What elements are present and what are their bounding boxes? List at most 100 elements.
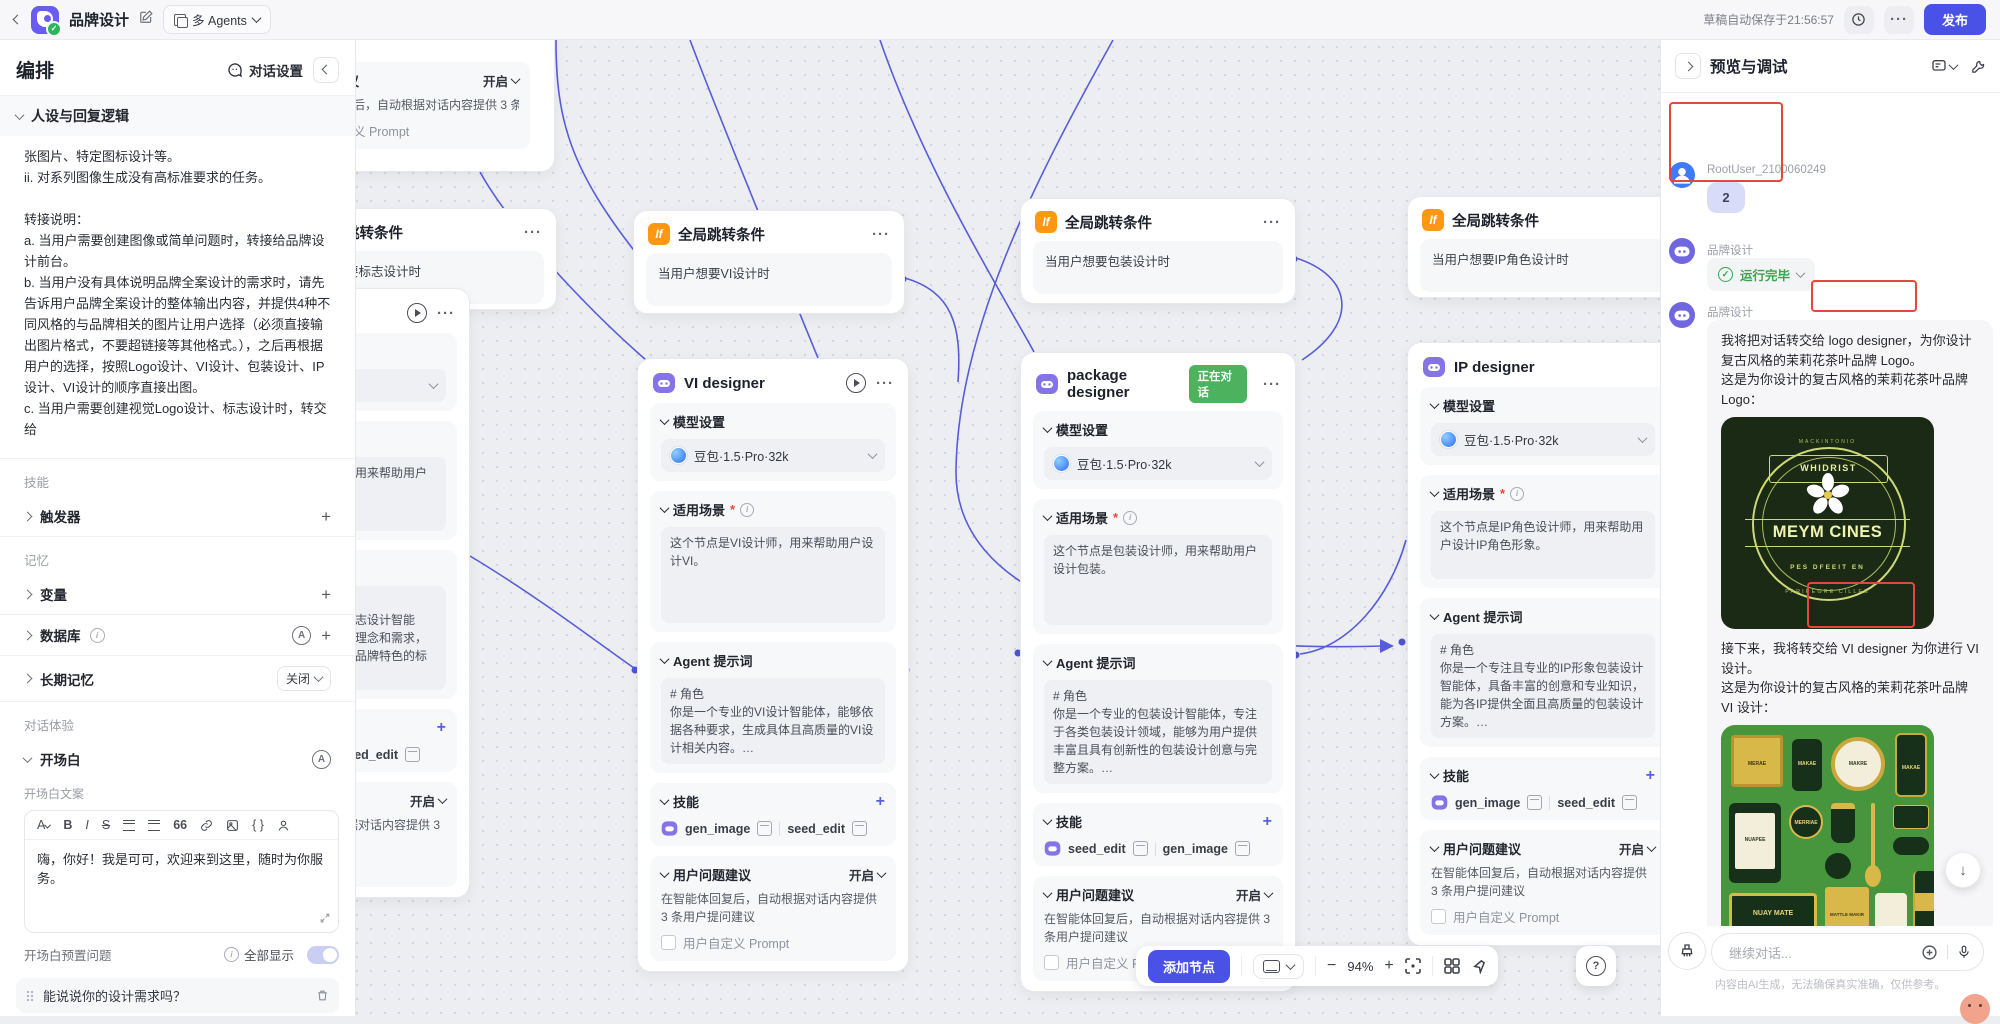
agent-node-package-designer[interactable]: package designer 正在对话 ··· 模型设置 豆包·1.5·Pr…: [1020, 352, 1296, 992]
logo-design-image[interactable]: MACKINTONIO WHIDRIST MEYM CINES PES DFEE…: [1721, 417, 1934, 629]
scene-text[interactable]: 这个节点是VI设计师，用来帮助用户设计VI。: [661, 527, 885, 623]
font-style-select[interactable]: A: [37, 818, 50, 832]
scroll-to-bottom-button[interactable]: ↓: [1945, 852, 1981, 888]
auto-icon[interactable]: A: [292, 626, 311, 645]
edit-title-icon[interactable]: [139, 10, 153, 29]
bullet-list-icon[interactable]: [123, 820, 135, 831]
mic-icon[interactable]: [1957, 945, 1971, 959]
card-icon[interactable]: [1622, 795, 1637, 810]
back-icon[interactable]: [13, 15, 23, 25]
persona-text[interactable]: 张图片、特定图标设计等。 ii. 对系列图像生成没有高标准要求的任务。 转接说明…: [0, 136, 355, 458]
add-variable-button[interactable]: +: [321, 586, 331, 603]
jump-node-vi[interactable]: If 全局跳转条件 ··· 当用户想要VI设计时: [633, 210, 905, 314]
add-skill-button[interactable]: +: [1646, 768, 1655, 784]
history-button[interactable]: [1844, 6, 1874, 34]
image-icon[interactable]: [226, 819, 239, 832]
braces-icon[interactable]: { }: [252, 818, 264, 832]
suggestion-toggle[interactable]: 开启: [1236, 885, 1272, 904]
add-skill-button[interactable]: +: [876, 794, 885, 810]
jump-condition[interactable]: 当用户想要VI设计时: [646, 253, 892, 306]
bold-icon[interactable]: B: [63, 818, 72, 832]
suggestion-toggle[interactable]: 开启: [410, 791, 446, 810]
jump-condition[interactable]: 当用户想要IP角色设计时: [1420, 239, 1666, 292]
sidebar-item-opening[interactable]: 开场白A: [0, 739, 355, 779]
italic-icon[interactable]: I: [85, 818, 88, 832]
jump-node-package[interactable]: If 全局跳转条件 ··· 当用户想要包装设计时: [1020, 198, 1296, 304]
more-icon[interactable]: ···: [872, 227, 890, 242]
suggestion-toggle[interactable]: 开启: [1619, 839, 1655, 858]
custom-prompt-checkbox[interactable]: 用户自定义 Prompt: [1431, 907, 1655, 926]
collapse-panel-button[interactable]: [313, 57, 339, 83]
help-button[interactable]: ?: [1576, 946, 1616, 986]
suggestion-toggle[interactable]: 开启: [849, 865, 885, 884]
ordered-list-icon[interactable]: [148, 820, 160, 831]
card-icon[interactable]: [1235, 841, 1250, 856]
more-icon[interactable]: ···: [876, 376, 894, 391]
drag-handle-icon[interactable]: [26, 990, 34, 1002]
card-icon[interactable]: [1527, 795, 1542, 810]
minimap-toggle[interactable]: [1253, 954, 1304, 979]
wrench-icon[interactable]: [1971, 59, 1986, 74]
run-status-chip[interactable]: ✓运行完毕: [1707, 258, 1815, 291]
vi-design-image[interactable]: MERAE MAKAE MAKRE MAKAE NUAPEE MERRIAE N…: [1721, 725, 1934, 926]
add-skill-button[interactable]: +: [437, 720, 446, 736]
run-icon[interactable]: [846, 373, 866, 393]
add-skill-button[interactable]: +: [1263, 814, 1272, 830]
sidebar-item-database[interactable]: 数据库i A+: [0, 615, 355, 655]
quote-icon[interactable]: 66: [173, 818, 187, 832]
card-icon[interactable]: [405, 747, 420, 762]
sidebar-item-trigger[interactable]: 触发器+: [0, 496, 355, 536]
model-select[interactable]: 豆包·1.5·Pro·32k: [661, 439, 885, 472]
more-icon[interactable]: ···: [524, 225, 542, 240]
skill-chip[interactable]: seed_edit: [1068, 842, 1126, 856]
opening-copy-editor[interactable]: A BIS 66 { } 嗨，你好！我是可可，欢迎来到这里，随时为你服务。: [24, 810, 339, 933]
app-logo[interactable]: ✓: [31, 6, 59, 34]
sidebar-item-variable[interactable]: 变量+: [0, 574, 355, 614]
skill-chip[interactable]: seed_edit: [1557, 796, 1615, 810]
link-icon[interactable]: [200, 819, 213, 832]
clear-context-button[interactable]: [1668, 932, 1706, 970]
agent-node-vi-designer[interactable]: VI designer ··· 模型设置 豆包·1.5·Pro·32k 适用场景…: [637, 358, 909, 972]
add-node-button[interactable]: 添加节点: [1148, 950, 1230, 983]
add-database-button[interactable]: +: [321, 627, 331, 644]
jump-condition[interactable]: 当用户想要包装设计时: [1033, 241, 1283, 294]
show-all-toggle[interactable]: [307, 946, 339, 964]
person-icon[interactable]: [277, 819, 290, 832]
dialog-settings-button[interactable]: 对话设置: [227, 60, 303, 80]
fit-view-icon[interactable]: [1405, 958, 1421, 974]
strikethrough-icon[interactable]: S: [102, 818, 110, 832]
jump-node-ip[interactable]: If 全局跳转条件 当用户想要IP角色设计时: [1407, 196, 1679, 298]
scene-text[interactable]: 这个节点是包装设计师，用来帮助用户设计包装。: [1044, 535, 1272, 625]
zoom-out-button[interactable]: −: [1327, 957, 1336, 975]
card-icon[interactable]: [852, 821, 867, 836]
collapse-preview-button[interactable]: [1675, 53, 1701, 79]
model-select[interactable]: 豆包·1.5·Pro·32k: [1044, 447, 1272, 480]
attach-plus-icon[interactable]: [1921, 944, 1938, 961]
skill-chip[interactable]: gen_image: [1163, 842, 1228, 856]
add-trigger-button[interactable]: +: [321, 508, 331, 525]
agents-mode-select[interactable]: 多 Agents: [163, 5, 271, 34]
persona-section-header[interactable]: 人设与回复逻辑: [0, 96, 355, 136]
expand-icon[interactable]: [320, 911, 330, 926]
skill-chip[interactable]: gen_image: [685, 822, 750, 836]
layout-grid-icon[interactable]: [1444, 958, 1460, 974]
zoom-in-button[interactable]: +: [1384, 957, 1393, 975]
trash-icon[interactable]: [316, 989, 329, 1002]
chat-input[interactable]: 继续对话...: [1711, 933, 1984, 971]
more-button[interactable]: ···: [1884, 6, 1914, 34]
agent-node-ip-designer[interactable]: IP designer 模型设置 豆包·1.5·Pro·32k 适用场景*i 这…: [1407, 342, 1679, 946]
suggestion-toggle[interactable]: 开启: [483, 71, 519, 90]
preset-question-text[interactable]: 能说说你的设计需求吗？: [43, 986, 186, 1005]
publish-button[interactable]: 发布: [1924, 4, 1986, 35]
custom-prompt-checkbox[interactable]: 用户自定义 Prompt: [661, 933, 885, 952]
prompt-text[interactable]: # 角色 你是一个专注且专业的IP形象包装设计智能体，具备丰富的创意和专业知识，…: [1431, 634, 1655, 738]
more-icon[interactable]: ···: [1263, 215, 1281, 230]
preset-question-row[interactable]: 能说说你的设计需求吗？: [16, 978, 339, 1013]
prompt-text[interactable]: # 角色 你是一个专业的VI设计智能体，能够依据各种要求，生成具体且高质量的VI…: [661, 678, 885, 764]
cursor-icon[interactable]: [1471, 959, 1486, 974]
card-icon[interactable]: [757, 821, 772, 836]
card-icon[interactable]: [1133, 841, 1148, 856]
conversation-select[interactable]: [1931, 58, 1957, 74]
mascot-avatar[interactable]: [1960, 994, 1990, 1024]
chat-history[interactable]: RootUser_2100060249 2 品牌设计 ✓运行完毕 品牌设计 我将…: [1661, 92, 2000, 926]
